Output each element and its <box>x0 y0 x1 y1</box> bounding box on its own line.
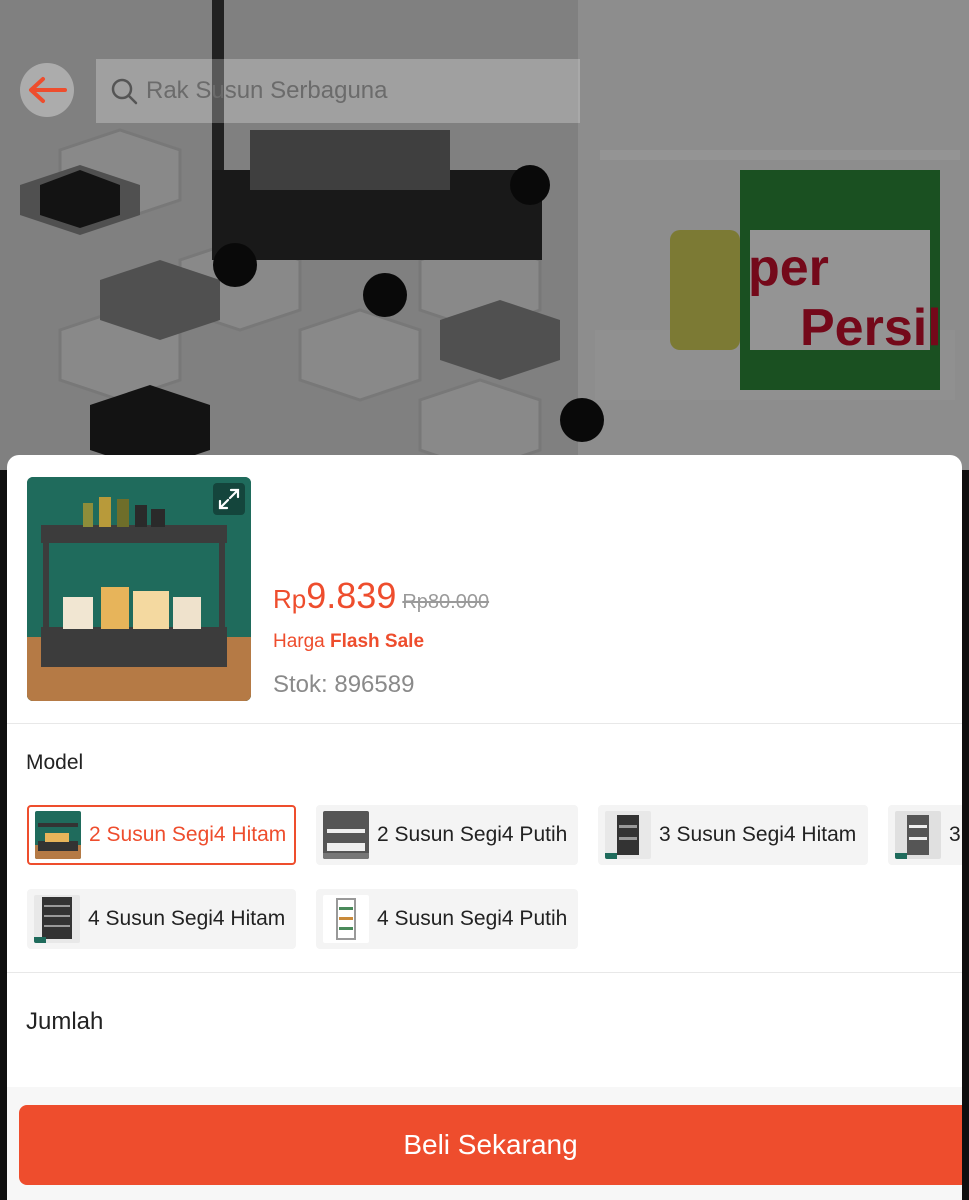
price-currency: Rp <box>273 584 307 614</box>
option-thumbnail <box>605 811 651 859</box>
option-label: 3 <box>949 823 961 846</box>
option-thumbnail <box>323 811 369 859</box>
search-icon <box>111 78 138 105</box>
divider <box>7 972 962 973</box>
option-thumbnail <box>895 811 941 859</box>
price-block: Rp 9.839 Rp80.000 Harga Flash Sale Stok:… <box>273 575 489 699</box>
top-bar: Rak Susun Serbaguna <box>0 55 969 130</box>
original-price: Rp80.000 <box>402 591 490 613</box>
model-option-4-susun-hitam[interactable]: 4 Susun Segi4 Hitam <box>27 889 296 949</box>
buy-now-button[interactable]: Beli Sekarang <box>19 1105 962 1185</box>
arrow-left-icon <box>29 77 67 103</box>
model-option-2-susun-putih[interactable]: 2 Susun Segi4 Putih <box>316 805 578 865</box>
model-option-4-susun-putih[interactable]: 4 Susun Segi4 Putih <box>316 889 578 949</box>
model-option-2-susun-hitam[interactable]: 2 Susun Segi4 Hitam <box>27 805 296 865</box>
flash-sale-label: Harga Flash Sale <box>273 631 425 652</box>
quantity-label: Jumlah <box>26 1008 104 1035</box>
divider <box>7 723 962 724</box>
option-label: 2 Susun Segi4 Putih <box>377 823 568 846</box>
option-thumbnail <box>323 895 369 943</box>
stock-count: Stok: 896589 <box>273 671 415 698</box>
model-section-label: Model <box>26 751 84 774</box>
variant-thumbnail[interactable] <box>27 477 251 701</box>
search-query: Rak Susun Serbaguna <box>146 77 388 104</box>
back-button[interactable] <box>20 63 74 117</box>
option-label: 4 Susun Segi4 Hitam <box>88 907 286 930</box>
option-label: 3 Susun Segi4 Hitam <box>659 823 857 846</box>
option-label: 2 Susun Segi4 Hitam <box>89 823 287 846</box>
bottom-action-bar: Beli Sekarang <box>7 1087 962 1200</box>
variant-bottom-sheet: Rp 9.839 Rp80.000 Harga Flash Sale Stok:… <box>7 455 962 1200</box>
price-value: 9.839 <box>306 575 397 616</box>
search-input[interactable]: Rak Susun Serbaguna <box>96 59 580 123</box>
option-thumbnail <box>35 811 81 859</box>
model-option-3-susun-putih[interactable]: 3 <box>888 805 962 865</box>
option-thumbnail <box>34 895 80 943</box>
expand-icon <box>218 488 240 510</box>
expand-button[interactable] <box>213 483 245 515</box>
model-option-3-susun-hitam[interactable]: 3 Susun Segi4 Hitam <box>598 805 868 865</box>
option-label: 4 Susun Segi4 Putih <box>377 907 568 930</box>
